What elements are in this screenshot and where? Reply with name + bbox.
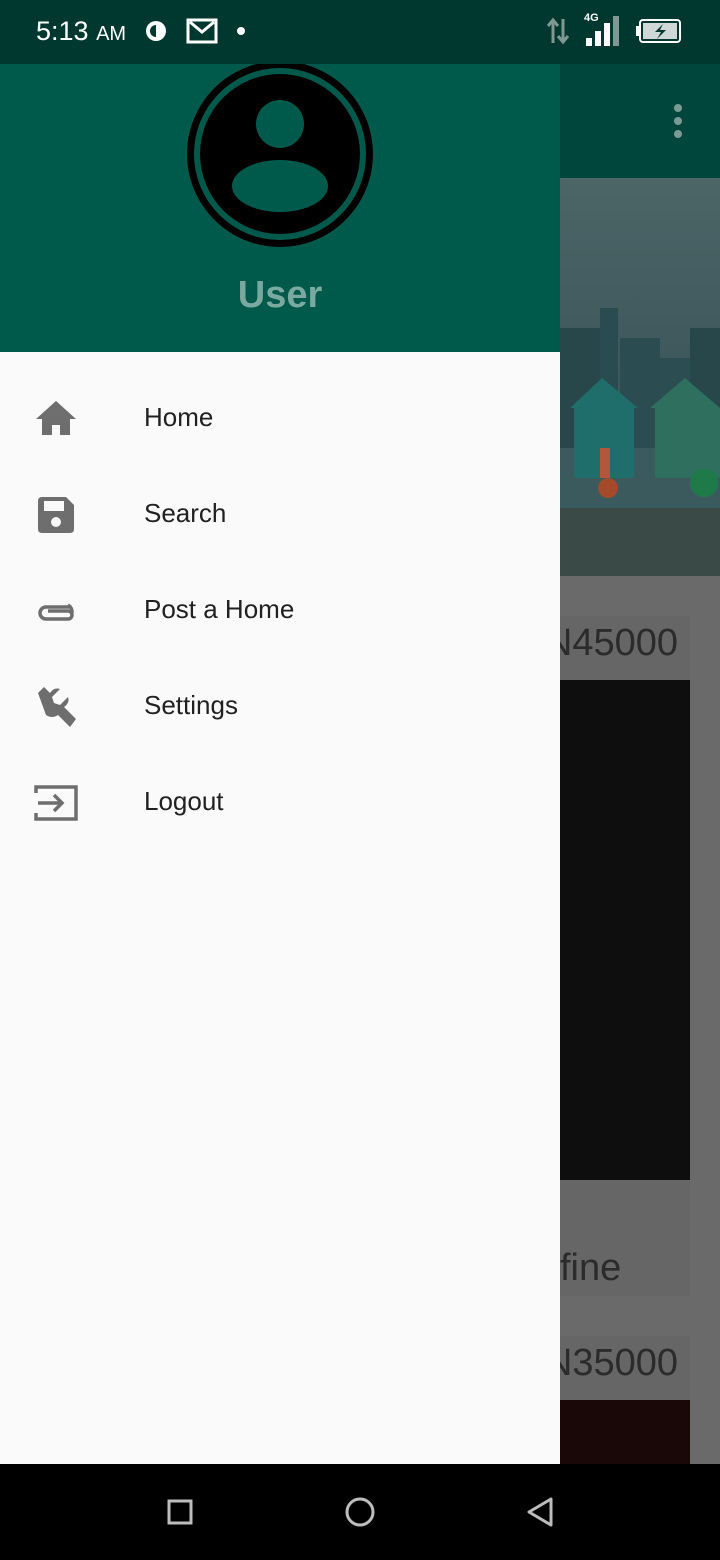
menu-item-logout[interactable]: Logout bbox=[0, 753, 560, 849]
user-name: User bbox=[237, 274, 323, 316]
menu-item-post-a-home[interactable]: Post a Home bbox=[0, 561, 560, 657]
music-app-icon bbox=[146, 21, 166, 41]
more-notifications-dot-icon bbox=[237, 27, 245, 35]
notification-icons bbox=[144, 18, 246, 44]
menu-item-label: Settings bbox=[144, 690, 238, 720]
login-icon bbox=[34, 785, 78, 821]
menu-item-label: Home bbox=[144, 402, 214, 432]
status-bar: 5:13 AM 4G bbox=[0, 0, 720, 64]
back-icon[interactable] bbox=[516, 1488, 564, 1536]
gmail-icon bbox=[186, 18, 218, 44]
menu-item-home[interactable]: Home bbox=[0, 369, 560, 465]
menu-item-label: Post a Home bbox=[144, 594, 295, 624]
data-transfer-icon bbox=[546, 17, 570, 45]
system-status-icons: 4G bbox=[546, 12, 684, 48]
menu-item-settings[interactable]: Settings bbox=[0, 657, 560, 753]
status-time: 5:13 AM bbox=[36, 16, 126, 47]
home-nav-icon[interactable] bbox=[336, 1488, 384, 1536]
status-time-value: 5:13 bbox=[36, 16, 89, 46]
save-icon bbox=[38, 497, 74, 533]
attachment-icon bbox=[38, 603, 74, 621]
menu-item-search[interactable]: Search bbox=[0, 465, 560, 561]
signal-strength-icon: 4G bbox=[584, 12, 622, 48]
wrench-icon bbox=[38, 687, 76, 727]
battery-charging-icon bbox=[636, 19, 681, 43]
menu-item-label: Logout bbox=[144, 786, 224, 816]
recents-icon[interactable] bbox=[156, 1488, 204, 1536]
status-time-ampm: AM bbox=[96, 23, 127, 45]
avatar-icon bbox=[187, 61, 373, 247]
drawer-menu: Home Search Post a Home Settings Logout bbox=[0, 369, 560, 849]
system-navigation-bar bbox=[0, 1464, 720, 1560]
drawer-header: User bbox=[0, 61, 560, 352]
home-icon bbox=[36, 401, 76, 435]
navigation-drawer: User Home Search Post a Home Settings Lo… bbox=[0, 61, 560, 1464]
menu-item-label: Search bbox=[144, 498, 227, 528]
